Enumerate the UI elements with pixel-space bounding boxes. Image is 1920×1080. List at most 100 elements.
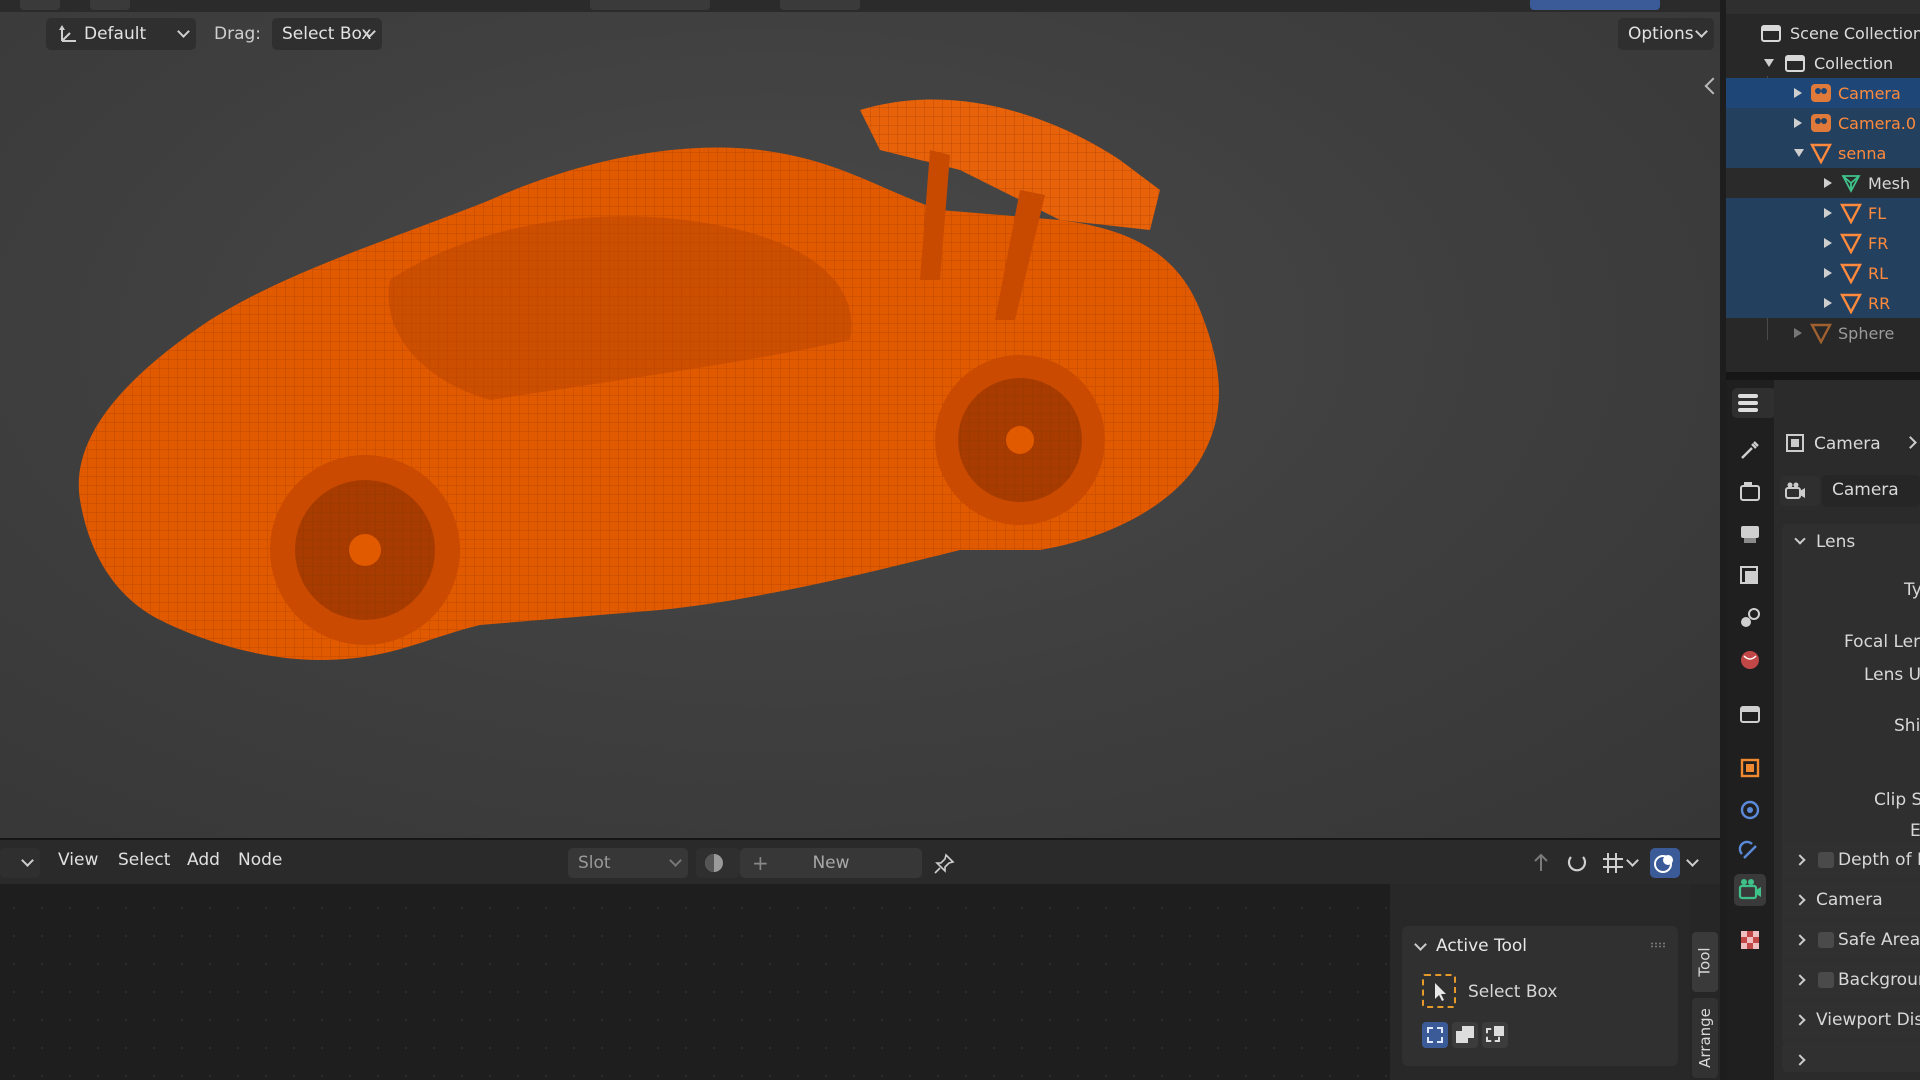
output-tab-icon[interactable] (1734, 518, 1766, 550)
mode-set-icon[interactable] (1422, 1022, 1448, 1048)
expand-arrow-icon[interactable] (1824, 268, 1832, 278)
active-tool-title[interactable]: Active Tool (1436, 936, 1527, 956)
chevron-down-icon (669, 854, 682, 867)
expand-arrow-icon[interactable] (1824, 238, 1832, 248)
chevron-right-icon (1794, 934, 1806, 946)
tab-tool[interactable]: Tool (1692, 932, 1718, 992)
collection-icon (1785, 55, 1805, 72)
car-wireframe-model[interactable] (60, 80, 1440, 680)
snap-magnet-icon[interactable] (1564, 850, 1590, 876)
outliner-row-rr[interactable]: RR (1726, 288, 1920, 318)
editor-type-select[interactable] (0, 848, 40, 878)
drag-select[interactable]: Select Box (272, 18, 382, 50)
camera-data-name: Camera (1832, 480, 1899, 500)
camera-data-icon (1738, 879, 1761, 900)
camera-panel[interactable]: Camera (1782, 882, 1920, 918)
outliner-row-rl[interactable]: RL (1726, 258, 1920, 288)
depth-of-field-checkbox[interactable] (1818, 852, 1834, 868)
chevron-right-icon (1794, 894, 1806, 906)
expand-arrow-icon[interactable] (1824, 298, 1832, 308)
tool-tab-icon[interactable] (1734, 434, 1766, 466)
texture-tab-icon[interactable] (1734, 924, 1766, 956)
collection-tab-icon[interactable] (1734, 698, 1766, 730)
snap-grid-icon[interactable] (1600, 850, 1626, 876)
scene-tab-icon[interactable] (1734, 602, 1766, 634)
browse-material-button[interactable] (696, 848, 740, 878)
background-images-title: Background (1838, 970, 1920, 990)
select-box-tool-icon[interactable] (1422, 974, 1456, 1008)
object-tab-icon[interactable] (1734, 752, 1766, 784)
outliner-row-fl[interactable]: FL (1726, 198, 1920, 228)
tab-arrange[interactable]: Arrange (1692, 998, 1718, 1078)
lens-type-label: Ty (1904, 580, 1920, 600)
physics-tab-icon[interactable] (1734, 794, 1766, 826)
viewport-top-menu-strip (0, 0, 1720, 12)
mesh-object-icon (1840, 233, 1862, 254)
outliner-row-scene-collection[interactable]: Scene Collection (1726, 18, 1920, 48)
shader-node-editor[interactable]: View Select Add Node Slot + New Active T… (0, 838, 1720, 1080)
editor-type-select[interactable] (1732, 388, 1776, 418)
slot-select[interactable]: Slot (568, 848, 688, 878)
outliner-row-mesh[interactable]: Mesh (1726, 168, 1920, 198)
overlays-toggle[interactable] (1650, 848, 1680, 878)
constraints-tab-icon[interactable] (1734, 836, 1766, 868)
outliner-row-camera-0[interactable]: Camera.0 (1726, 108, 1920, 138)
outliner-label: Mesh (1868, 173, 1911, 193)
outliner-row-camera[interactable]: Camera (1726, 78, 1920, 108)
properties-tabs (1726, 380, 1776, 1080)
world-tab-icon[interactable] (1734, 644, 1766, 676)
outliner-label: Camera.0 (1838, 113, 1917, 133)
safe-areas-panel[interactable]: Safe Areas (1782, 922, 1920, 958)
outliner-row-collection[interactable]: Collection (1726, 48, 1920, 78)
background-images-checkbox[interactable] (1818, 972, 1834, 988)
mode-subtract-icon[interactable] (1482, 1022, 1508, 1048)
expand-arrow-icon[interactable] (1794, 118, 1802, 128)
chevron-down-icon (1695, 25, 1708, 38)
expand-arrow-icon[interactable] (1794, 328, 1802, 338)
options-button[interactable]: Options (1618, 18, 1714, 50)
mode-extend-icon[interactable] (1452, 1022, 1478, 1048)
outliner-header (1726, 0, 1920, 14)
custom-properties-panel[interactable] (1782, 1042, 1920, 1072)
area-divider[interactable] (1726, 372, 1920, 380)
properties-editor[interactable]: Camera Camera Lens Ty Focal Len Lens U S… (1726, 380, 1920, 1080)
shift-label: Shi (1894, 716, 1920, 736)
expand-arrow-icon[interactable] (1764, 59, 1774, 67)
pin-icon[interactable] (932, 852, 956, 876)
chevron-down-icon[interactable] (1414, 938, 1427, 951)
outliner-label: senna (1838, 143, 1887, 163)
new-material-button[interactable]: + New (740, 848, 922, 878)
parent-node-icon[interactable] (1528, 850, 1554, 876)
viewport-display-panel[interactable]: Viewport Displ (1782, 1002, 1920, 1038)
camera-data-name-field[interactable]: Camera (1822, 475, 1920, 507)
menu-node[interactable]: Node (238, 850, 282, 870)
chevron-right-icon (1794, 974, 1806, 986)
lens-section-title[interactable]: Lens (1816, 532, 1855, 552)
3d-viewport[interactable]: Default Drag: Select Box Options (0, 0, 1720, 838)
expand-arrow-icon[interactable] (1824, 208, 1832, 218)
outliner-row-senna[interactable]: senna (1726, 138, 1920, 168)
outliner-row-sphere[interactable]: Sphere (1726, 318, 1920, 348)
outliner-label: Collection (1814, 53, 1894, 73)
menu-select[interactable]: Select (118, 850, 170, 870)
expand-arrow-icon[interactable] (1794, 88, 1802, 98)
background-images-panel[interactable]: Background (1782, 962, 1920, 998)
view-layer-tab-icon[interactable] (1734, 560, 1766, 592)
menu-add[interactable]: Add (187, 850, 220, 870)
chevron-down-icon[interactable] (1794, 533, 1806, 545)
safe-areas-checkbox[interactable] (1818, 932, 1834, 948)
drag-grip-icon[interactable] (1650, 942, 1666, 948)
expand-arrow-icon[interactable] (1824, 178, 1832, 188)
sidebar-toggle-icon[interactable] (1704, 77, 1720, 95)
transform-orientation-select[interactable]: Default (46, 18, 196, 50)
drag-value: Select Box (282, 24, 372, 44)
render-tab-icon[interactable] (1734, 476, 1766, 508)
camera-data-browse[interactable] (1780, 476, 1820, 506)
depth-of-field-panel[interactable]: Depth of Fie (1782, 842, 1920, 878)
outliner[interactable]: Scene Collection Collection Camera Camer… (1726, 0, 1920, 372)
camera-data-tab[interactable] (1734, 874, 1766, 906)
outliner-row-fr[interactable]: FR (1726, 228, 1920, 258)
menu-view[interactable]: View (58, 850, 98, 870)
outliner-label: Camera (1838, 83, 1901, 103)
expand-arrow-icon[interactable] (1794, 149, 1804, 157)
